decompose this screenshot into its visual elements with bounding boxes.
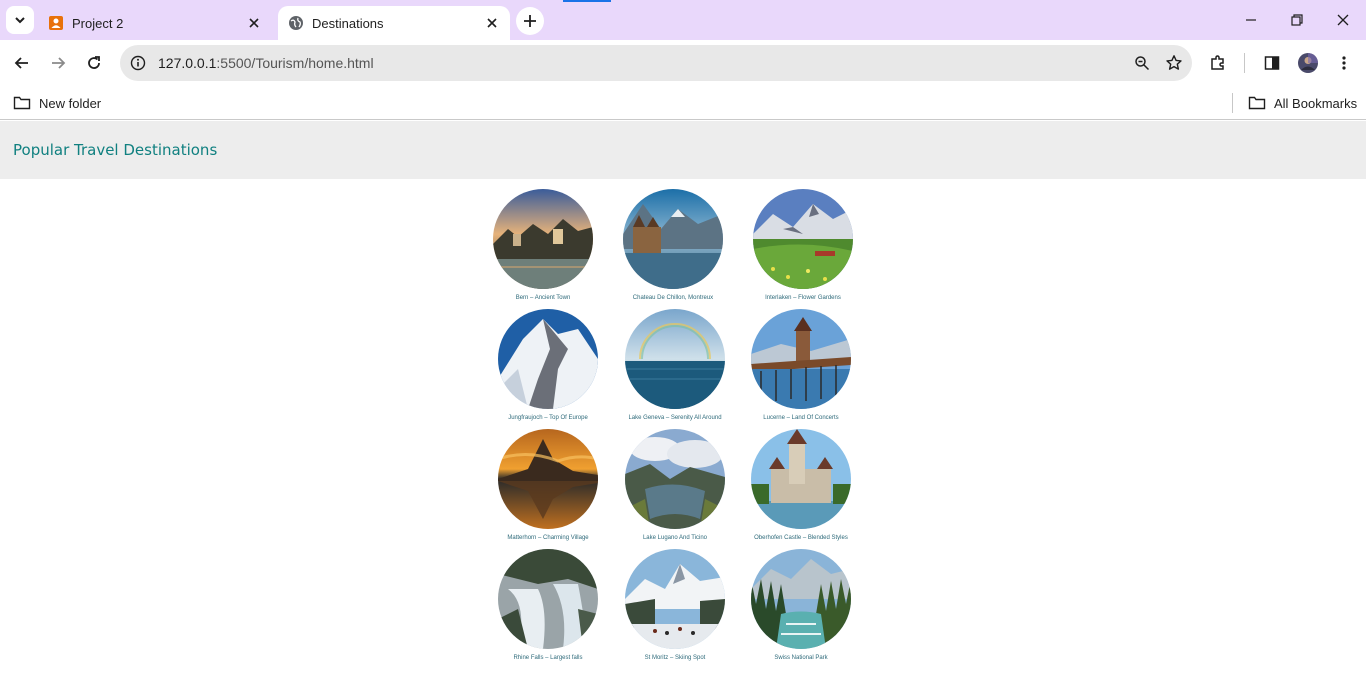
bookmark-star-icon[interactable] — [1160, 49, 1188, 77]
minimize-button[interactable] — [1231, 5, 1271, 35]
close-window-button[interactable] — [1323, 5, 1363, 35]
tab-title: Project 2 — [72, 15, 124, 31]
bookmark-new-folder[interactable]: New folder — [13, 91, 101, 115]
restore-button[interactable] — [1277, 5, 1317, 35]
destination-photo[interactable] — [493, 189, 593, 289]
reload-icon — [88, 56, 100, 69]
destination-photo[interactable] — [753, 189, 853, 289]
destination-card[interactable]: Matterhorn – Charming Village — [483, 429, 613, 541]
destination-photo[interactable] — [498, 309, 598, 409]
bookmarks-bar: New folder All Bookmarks — [0, 86, 1366, 120]
destination-card[interactable]: Bern – Ancient Town — [478, 189, 608, 301]
toolbar-divider — [1244, 53, 1245, 73]
destination-caption: Matterhorn – Charming Village — [507, 535, 589, 541]
destination-photo[interactable] — [751, 309, 851, 409]
side-panel-button[interactable] — [1258, 49, 1286, 77]
destination-card[interactable]: St Moritz – Skiing Spot — [610, 549, 740, 661]
project-favicon-icon — [49, 16, 63, 30]
bookmark-label: New folder — [39, 95, 102, 111]
destination-caption: St Moritz – Skiing Spot — [644, 655, 706, 661]
destination-photo[interactable] — [498, 429, 598, 529]
destination-card[interactable]: Lucerne – Land Of Concerts — [736, 309, 866, 421]
destination-photo[interactable] — [751, 549, 851, 649]
destination-photo[interactable] — [625, 309, 725, 409]
destinations-grid: Bern – Ancient Town Chateau De Chillon, … — [0, 121, 1366, 675]
destination-photo[interactable] — [751, 429, 851, 529]
plus-icon — [524, 15, 536, 27]
new-tab-button[interactable] — [516, 7, 544, 35]
extensions-button[interactable] — [1204, 49, 1232, 77]
avatar-icon — [1298, 53, 1318, 73]
destination-caption: Chateau De Chillon, Montreux — [632, 295, 714, 301]
reload-button[interactable] — [80, 49, 108, 77]
destination-caption: Jungfraujoch – Top Of Europe — [508, 415, 588, 421]
bookmarks-divider — [1232, 93, 1233, 113]
close-icon — [1337, 14, 1349, 26]
destination-caption: Bern – Ancient Town — [515, 295, 571, 301]
bookmark-label: All Bookmarks — [1274, 95, 1358, 111]
tab-project-2[interactable]: Project 2 — [38, 6, 272, 40]
profile-avatar[interactable] — [1294, 49, 1322, 77]
destination-caption: Interlaken – Flower Gardens — [765, 295, 841, 301]
url-host: 127.0.0.1 — [158, 55, 217, 71]
close-tab-icon[interactable] — [244, 13, 264, 33]
forward-button[interactable] — [44, 49, 72, 77]
close-tab-icon[interactable] — [482, 13, 502, 33]
destination-card[interactable]: Rhine Falls – Largest falls — [483, 549, 613, 661]
minimize-icon — [1246, 19, 1256, 21]
zoom-icon[interactable] — [1128, 49, 1156, 77]
destination-photo[interactable] — [498, 549, 598, 649]
destination-caption: Lucerne – Land Of Concerts — [763, 415, 839, 421]
folder-icon — [13, 96, 31, 110]
destination-caption: Rhine Falls – Largest falls — [513, 655, 583, 661]
destination-card[interactable]: Interlaken – Flower Gardens — [738, 189, 868, 301]
menu-button[interactable] — [1330, 49, 1358, 77]
bookmark-all-bookmarks[interactable]: All Bookmarks — [1248, 91, 1357, 115]
tab-search-button[interactable] — [6, 6, 34, 34]
loading-indicator — [563, 0, 611, 2]
web-page: Popular Travel Destinations Bern – Ancie… — [0, 121, 1366, 675]
destination-photo[interactable] — [625, 429, 725, 529]
globe-favicon-icon — [289, 16, 303, 30]
destination-card[interactable]: Jungfraujoch – Top Of Europe — [483, 309, 613, 421]
puzzle-icon — [1211, 55, 1224, 70]
more-vert-icon — [1342, 56, 1346, 70]
destination-caption: Lake Lugano And Ticino — [642, 535, 708, 541]
tab-destinations[interactable]: Destinations — [278, 6, 510, 40]
destination-card[interactable]: Lake Geneva – Serenity All Around — [610, 309, 740, 421]
address-bar[interactable]: 127.0.0.1:5500/Tourism/home.html — [120, 45, 1192, 81]
folder-icon — [1248, 96, 1266, 110]
destination-card[interactable]: Swiss National Park — [736, 549, 866, 661]
arrow-right-icon — [52, 57, 66, 69]
url-path: :5500/Tourism/home.html — [216, 55, 374, 71]
browser-toolbar: 127.0.0.1:5500/Tourism/home.html — [0, 40, 1366, 86]
destination-caption: Swiss National Park — [774, 655, 828, 661]
back-button[interactable] — [8, 49, 36, 77]
arrow-left-icon — [14, 57, 28, 69]
url-text[interactable]: 127.0.0.1:5500/Tourism/home.html — [158, 55, 1128, 71]
destination-caption: Oberhofen Castle – Blended Styles — [754, 535, 848, 541]
tab-title: Destinations — [312, 15, 384, 31]
destination-caption: Lake Geneva – Serenity All Around — [628, 415, 722, 421]
tab-strip: Project 2 Destinations — [0, 0, 1366, 40]
restore-icon — [1291, 14, 1303, 26]
destination-card[interactable]: Oberhofen Castle – Blended Styles — [736, 429, 866, 541]
side-panel-icon — [1264, 56, 1280, 70]
destination-photo[interactable] — [623, 189, 723, 289]
chevron-down-icon — [15, 17, 25, 24]
destination-card[interactable]: Lake Lugano And Ticino — [610, 429, 740, 541]
site-info-icon[interactable] — [124, 49, 152, 77]
destination-card[interactable]: Chateau De Chillon, Montreux — [608, 189, 738, 301]
destination-photo[interactable] — [625, 549, 725, 649]
